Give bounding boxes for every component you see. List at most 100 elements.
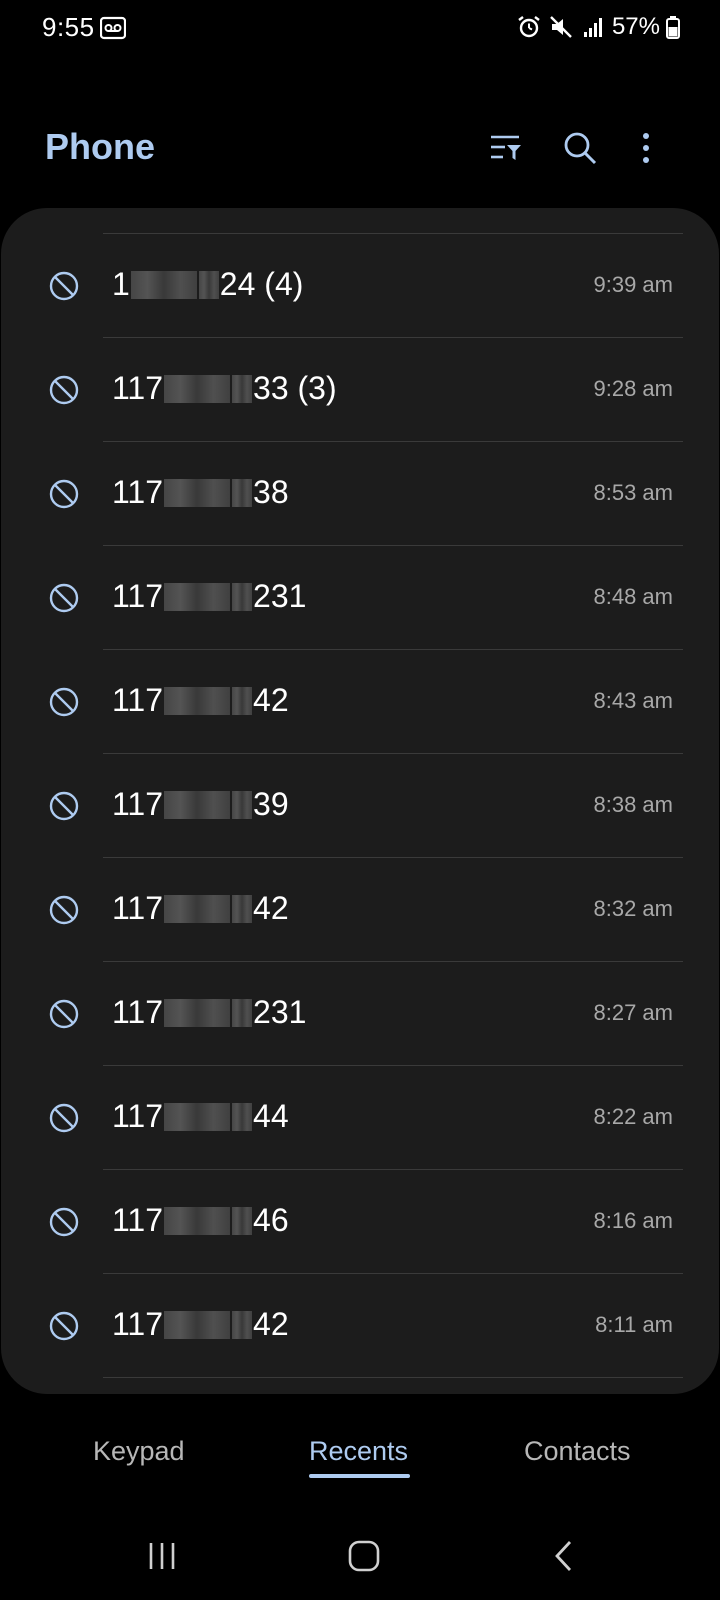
caller-number: 117 46 (112, 1202, 289, 1239)
number-suffix: 42 (253, 682, 289, 718)
redacted-digits (232, 894, 253, 923)
caller-number: 117 44 (112, 1098, 289, 1135)
call-log-list[interactable]: 1 24 (4) 9:39 am 117 33 (3) 9:28 am 117 38 8:53 … (1, 234, 719, 1378)
redacted-digits (232, 790, 253, 819)
active-tab-indicator (309, 1474, 410, 1478)
blocked-call-icon (48, 686, 80, 718)
redacted-digits (164, 998, 231, 1027)
call-log-row[interactable]: 1 24 (4) 9:39 am (1, 234, 719, 338)
number-prefix: 117 (112, 474, 164, 510)
call-log-row[interactable]: 117 231 8:48 am (1, 546, 719, 650)
redacted-digits (232, 478, 253, 507)
caller-number: 117 33 (3) (112, 370, 337, 407)
redacted-digits (164, 478, 231, 507)
number-prefix: 117 (112, 682, 164, 718)
number-suffix: 33 (3) (253, 370, 337, 406)
number-suffix: 38 (253, 474, 289, 510)
blocked-call-icon (48, 1102, 80, 1134)
caller-number: 117 42 (112, 1306, 289, 1343)
number-suffix: 46 (253, 1202, 289, 1238)
filter-icon[interactable] (486, 128, 526, 168)
call-log-row[interactable]: 117 42 8:32 am (1, 858, 719, 962)
page-title: Phone (45, 126, 156, 167)
caller-number: 117 39 (112, 786, 289, 823)
more-options-icon[interactable] (626, 128, 666, 168)
number-suffix: 42 (253, 1306, 289, 1342)
blocked-call-icon (48, 1310, 80, 1342)
call-time: 8:38 am (593, 792, 674, 817)
call-time: 8:32 am (593, 896, 674, 921)
blocked-call-icon (48, 1206, 80, 1238)
caller-number: 117 231 (112, 994, 306, 1031)
redacted-digits (130, 270, 197, 299)
redacted-digits (232, 374, 253, 403)
call-log-row[interactable]: 117 39 8:38 am (1, 754, 719, 858)
search-icon[interactable] (560, 128, 600, 168)
battery-percentage: 57% (611, 13, 660, 40)
tab-recents[interactable]: Recents (309, 1436, 408, 1467)
number-prefix: 117 (112, 1098, 164, 1134)
back-button[interactable] (540, 1534, 588, 1578)
redacted-digits (232, 1206, 253, 1235)
call-log-row[interactable]: 117 42 8:43 am (1, 650, 719, 754)
call-time: 9:28 am (593, 376, 674, 401)
blocked-call-icon (48, 478, 80, 510)
call-log-row[interactable]: 117 231 8:27 am (1, 962, 719, 1066)
redacted-digits (164, 790, 231, 819)
redacted-digits (164, 686, 231, 715)
mute-icon (548, 14, 574, 40)
redacted-digits (164, 1102, 231, 1131)
caller-number: 117 38 (112, 474, 289, 511)
call-time: 8:53 am (593, 480, 674, 505)
call-time: 9:39 am (593, 272, 674, 297)
call-log-row[interactable]: 117 46 8:16 am (1, 1170, 719, 1274)
call-time: 8:22 am (593, 1104, 674, 1129)
recent-apps-button[interactable] (138, 1534, 186, 1578)
number-prefix: 117 (112, 1306, 164, 1342)
call-time: 8:43 am (593, 688, 674, 713)
number-suffix: 24 (4) (219, 266, 304, 302)
redacted-digits (232, 686, 253, 715)
tab-contacts[interactable]: Contacts (524, 1436, 631, 1467)
status-bar: 9:55 57% (0, 0, 720, 56)
call-log-row[interactable]: 117 33 (3) 9:28 am (1, 338, 719, 442)
blocked-call-icon (48, 894, 80, 926)
call-log-row[interactable]: 117 42 8:11 am (1, 1274, 719, 1378)
redacted-digits (232, 1102, 253, 1131)
number-prefix: 117 (112, 890, 164, 926)
redacted-digits (232, 582, 253, 611)
number-prefix: 117 (112, 578, 164, 614)
blocked-call-icon (48, 374, 80, 406)
number-prefix: 117 (112, 1202, 164, 1238)
caller-number: 117 42 (112, 682, 289, 719)
status-icons: 57% (516, 12, 680, 42)
call-time: 8:16 am (593, 1208, 674, 1233)
battery-icon (666, 14, 680, 40)
number-suffix: 39 (253, 786, 289, 822)
caller-number: 1 24 (4) (112, 266, 303, 303)
number-prefix: 1 (112, 266, 130, 302)
status-time: 9:55 (42, 12, 95, 42)
blocked-call-icon (48, 270, 80, 302)
redacted-digits (164, 1310, 231, 1339)
call-time: 8:11 am (595, 1312, 673, 1337)
blocked-call-icon (48, 790, 80, 822)
voicemail-icon (99, 16, 127, 40)
call-time: 8:48 am (593, 584, 674, 609)
call-log-row[interactable]: 117 38 8:53 am (1, 442, 719, 546)
caller-number: 117 231 (112, 578, 306, 615)
blocked-call-icon (48, 998, 80, 1030)
redacted-digits (164, 582, 231, 611)
number-suffix: 42 (253, 890, 289, 926)
home-button[interactable] (340, 1534, 388, 1578)
blocked-call-icon (48, 582, 80, 614)
tab-keypad[interactable]: Keypad (93, 1436, 185, 1467)
redacted-digits (164, 374, 231, 403)
call-log-row[interactable]: 117 44 8:22 am (1, 1066, 719, 1170)
signal-icon (580, 14, 606, 40)
alarm-icon (516, 14, 542, 40)
redacted-digits (164, 1206, 231, 1235)
number-suffix: 231 (253, 578, 307, 614)
recents-list-card[interactable]: 1 24 (4) 9:39 am 117 33 (3) 9:28 am 117 38 8:53 … (1, 208, 719, 1394)
number-prefix: 117 (112, 370, 164, 406)
